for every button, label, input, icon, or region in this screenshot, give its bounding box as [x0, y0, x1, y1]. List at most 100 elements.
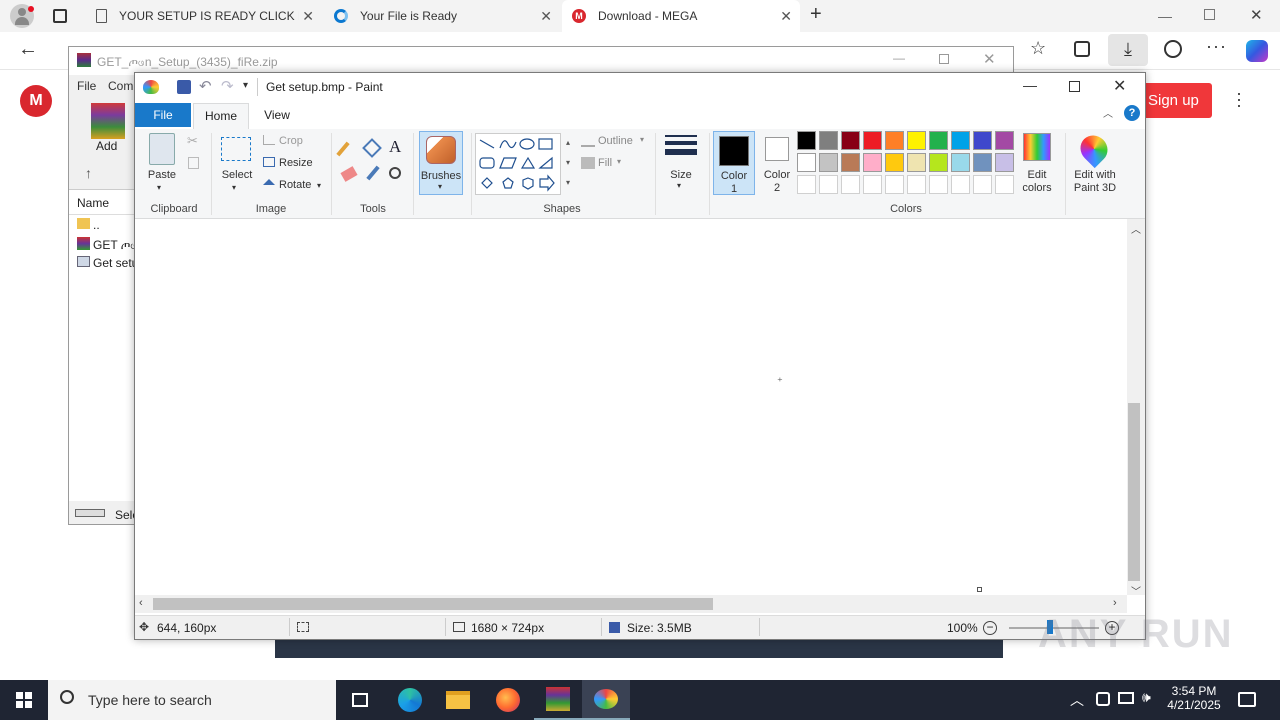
select-icon[interactable] [221, 137, 251, 161]
list-item[interactable]: Get setu [93, 256, 138, 270]
tray-chevron-icon[interactable]: ︿ [1070, 690, 1084, 710]
palette-swatch[interactable] [929, 153, 948, 172]
copy-icon[interactable] [188, 157, 199, 169]
security-icon[interactable] [1096, 692, 1110, 706]
favorites-icon[interactable]: ☆ [1030, 38, 1046, 59]
winrar-taskbar-button[interactable] [534, 680, 582, 720]
canvas-area[interactable]: ⁺ [135, 219, 1127, 601]
palette-swatch[interactable] [797, 131, 816, 150]
zoom-out-icon[interactable]: − [983, 621, 997, 635]
minimize-button[interactable]: — [1023, 77, 1037, 93]
paint-taskbar-button[interactable] [582, 680, 630, 720]
paint3d-icon[interactable] [1074, 129, 1114, 169]
custom-color-slot[interactable] [929, 175, 948, 194]
tab-file-ready[interactable]: Your File is Ready ✕ [324, 0, 560, 32]
firefox-taskbar-button[interactable] [484, 680, 532, 720]
up-icon[interactable]: ↑ [85, 165, 92, 181]
color1-button[interactable]: Color 1 [713, 131, 755, 195]
fill-button[interactable]: Fill [598, 157, 612, 169]
undo-icon[interactable]: ↶ [199, 77, 212, 95]
resize-handle[interactable] [977, 587, 982, 592]
outline-button[interactable]: Outline [598, 135, 633, 147]
palette-swatch[interactable] [863, 153, 882, 172]
palette-swatch[interactable] [951, 131, 970, 150]
custom-color-slot[interactable] [885, 175, 904, 194]
notifications-icon[interactable] [1238, 692, 1256, 707]
palette-swatch[interactable] [841, 131, 860, 150]
palette-swatch[interactable] [973, 131, 992, 150]
home-tab[interactable]: Home [193, 103, 249, 129]
winrar-menu-file[interactable]: File [77, 79, 96, 93]
more-icon[interactable]: ··· [1206, 36, 1227, 57]
palette-swatch[interactable] [819, 153, 838, 172]
copilot-icon[interactable] [1246, 40, 1268, 62]
minimize-button[interactable]: — [893, 51, 905, 65]
winrar-menu-commands[interactable]: Com [108, 79, 133, 93]
custom-color-slot[interactable] [841, 175, 860, 194]
column-name[interactable]: Name [77, 196, 109, 210]
brushes-button[interactable]: Brushes ▾ [419, 131, 463, 195]
close-icon[interactable]: ✕ [302, 8, 314, 25]
text-icon[interactable]: A [389, 137, 401, 157]
page-menu-icon[interactable]: · · · [1236, 84, 1242, 114]
shapes-gallery[interactable] [475, 133, 561, 195]
palette-swatch[interactable] [885, 153, 904, 172]
palette-swatch[interactable] [885, 131, 904, 150]
volume-icon[interactable]: 🕪 [1142, 689, 1151, 706]
downloads-icon[interactable]: ⤓ [1108, 34, 1148, 66]
palette-swatch[interactable] [907, 131, 926, 150]
palette-swatch[interactable] [819, 131, 838, 150]
customize-qat-icon[interactable]: ▾ [243, 80, 248, 91]
task-view-button[interactable] [336, 680, 384, 720]
save-icon[interactable] [177, 80, 191, 94]
tab-setup[interactable]: YOUR SETUP IS READY CLICK BEL ✕ [86, 0, 322, 32]
palette-swatch[interactable] [929, 131, 948, 150]
palette-swatch[interactable] [863, 131, 882, 150]
scroll-right-icon[interactable]: › [1113, 597, 1117, 609]
help-icon[interactable]: ? [1124, 105, 1140, 121]
network-icon[interactable] [1118, 692, 1134, 704]
search-box[interactable]: Type here to search [48, 680, 336, 720]
palette-swatch[interactable] [995, 153, 1014, 172]
close-icon[interactable]: ✕ [780, 8, 792, 25]
horizontal-scrollbar[interactable]: ‹ › [135, 595, 1127, 613]
rotate-icon[interactable] [263, 179, 275, 185]
vertical-scrollbar[interactable]: ︿ ﹀ [1127, 219, 1145, 598]
resize-button[interactable]: Resize [279, 157, 313, 169]
size-icon[interactable] [665, 135, 697, 161]
palette-swatch[interactable] [907, 153, 926, 172]
scroll-down-icon[interactable]: ﹀ [1131, 583, 1141, 598]
minimize-button[interactable]: — [1158, 8, 1172, 24]
redo-icon[interactable]: ↷ [221, 77, 234, 95]
start-button[interactable] [0, 680, 48, 720]
scroll-up-icon[interactable]: ︿ [1131, 221, 1141, 236]
mega-logo[interactable]: M [20, 85, 52, 117]
magnifier-icon[interactable] [389, 167, 401, 179]
collections-icon[interactable] [1074, 41, 1090, 57]
crop-icon[interactable] [263, 135, 275, 145]
custom-color-slot[interactable] [995, 175, 1014, 194]
tab-mega[interactable]: M Download - MEGA ✕ [562, 0, 800, 32]
file-tab[interactable]: File [135, 103, 191, 127]
edit-colors-button[interactable]: Edit colors [1017, 169, 1057, 195]
custom-color-slot[interactable] [951, 175, 970, 194]
color2-swatch[interactable] [765, 137, 789, 161]
drawing-canvas[interactable] [141, 223, 1125, 593]
crop-button[interactable]: Crop [279, 135, 303, 147]
custom-color-slot[interactable] [907, 175, 926, 194]
back-icon[interactable]: ← [18, 38, 38, 61]
palette-swatch[interactable] [995, 131, 1014, 150]
clock[interactable]: 3:54 PM 4/21/2025 [1166, 684, 1222, 712]
paste-icon[interactable] [149, 133, 175, 165]
palette-swatch[interactable] [797, 153, 816, 172]
color-picker-icon[interactable] [366, 165, 380, 181]
custom-color-slot[interactable] [973, 175, 992, 194]
browser-essentials-icon[interactable] [1164, 40, 1182, 58]
add-button-label[interactable]: Add [96, 139, 117, 153]
size-button[interactable]: Size [661, 169, 701, 181]
explorer-taskbar-button[interactable] [434, 680, 482, 720]
close-button[interactable]: ✕ [1113, 76, 1126, 96]
restore-button[interactable] [1204, 9, 1215, 20]
eraser-icon[interactable] [340, 166, 358, 182]
palette-swatch[interactable] [951, 153, 970, 172]
